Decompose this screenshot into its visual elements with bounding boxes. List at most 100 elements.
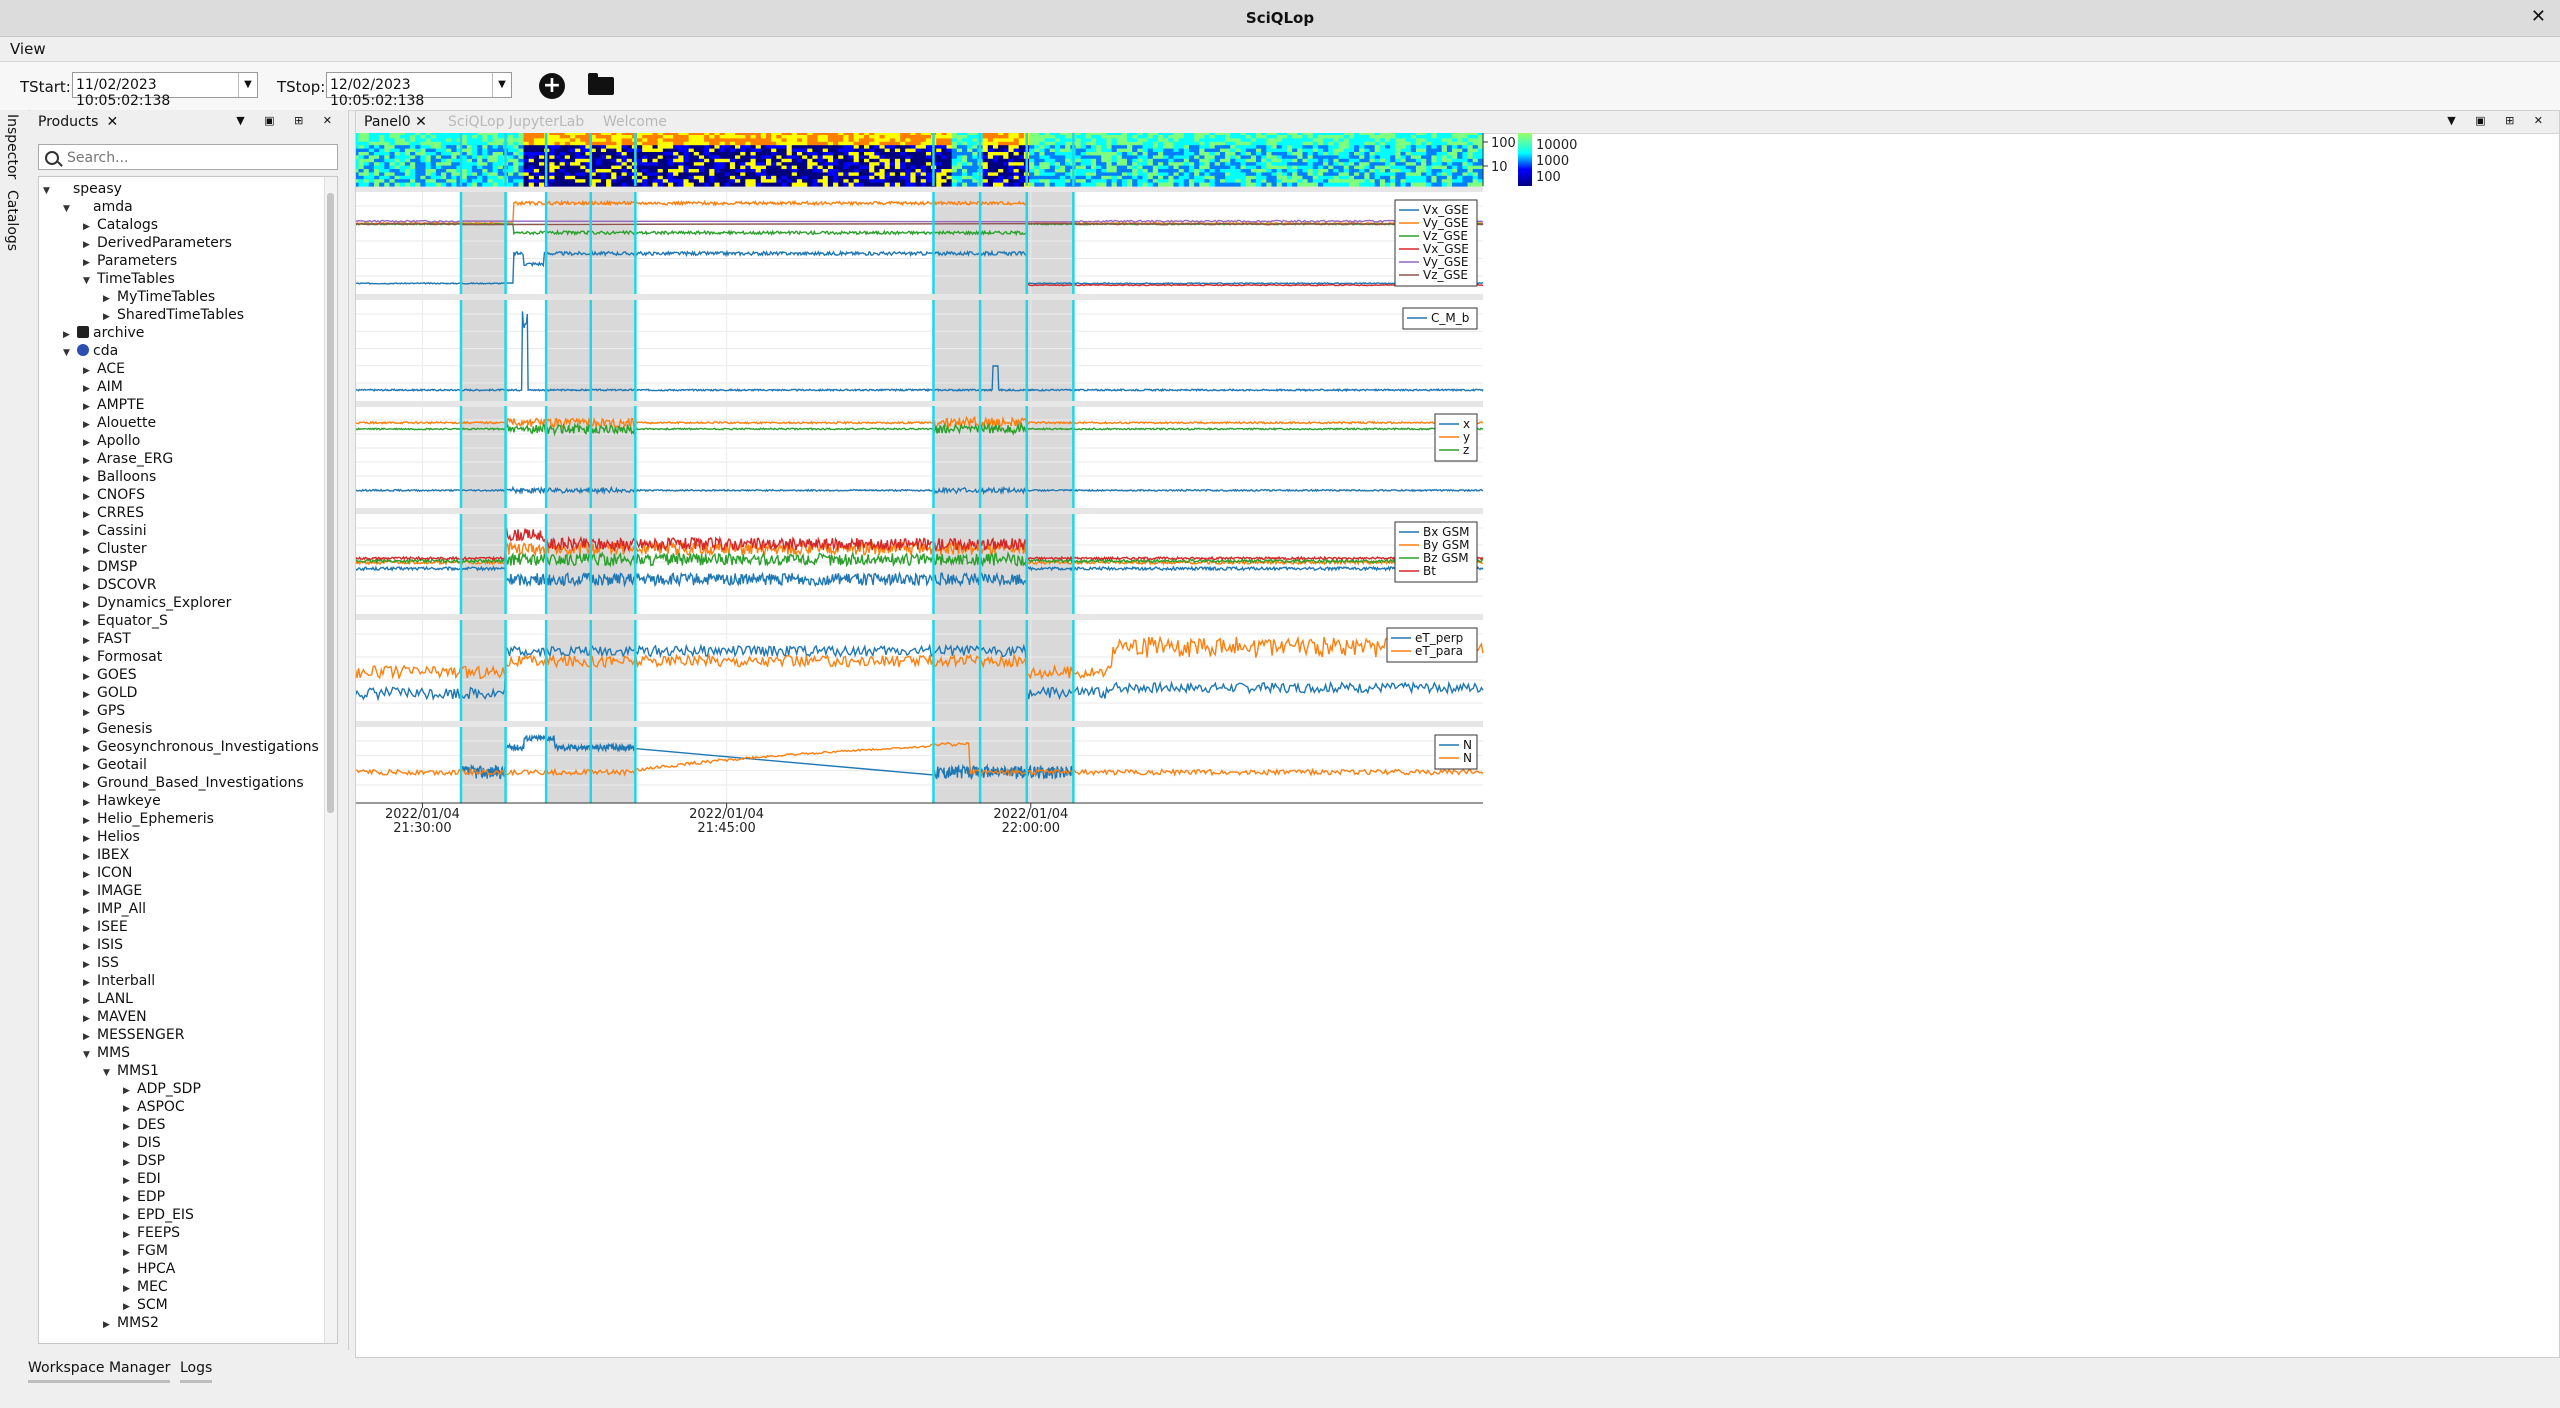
tree-item[interactable]: ▶ MEC [123,1279,168,1297]
chevron-right-icon[interactable]: ▶ [63,330,77,340]
tree-item[interactable]: ▶ FGM [123,1243,168,1261]
tree-item[interactable]: ▶ Geotail [83,757,147,775]
chevron-down-icon[interactable]: ▼ [238,73,257,97]
chevron-right-icon[interactable]: ▶ [123,1284,137,1294]
chevron-right-icon[interactable]: ▶ [83,672,97,682]
close-icon[interactable]: ✕ [415,114,427,130]
tree-item[interactable]: ▶ Helios [83,829,140,847]
tree-item[interactable]: ▶ GOES [83,667,137,685]
chevron-right-icon[interactable]: ▶ [123,1158,137,1168]
tree-item[interactable]: ▶ Cassini [83,523,147,541]
chevron-right-icon[interactable]: ▶ [83,888,97,898]
tree-item[interactable]: ▶ MyTimeTables [103,289,215,307]
chevron-down-icon[interactable]: ▼ [43,186,57,196]
chevron-right-icon[interactable]: ▶ [83,510,97,520]
menu-view[interactable]: View [10,40,46,58]
chevron-right-icon[interactable]: ▶ [83,906,97,916]
tree-item[interactable]: ▶ SCM [123,1297,168,1315]
tab-workspace-manager[interactable]: Workspace Manager [28,1360,171,1383]
chevron-right-icon[interactable]: ▶ [123,1248,137,1258]
products-tab[interactable]: Products ✕ [38,114,118,130]
chevron-right-icon[interactable]: ▶ [83,780,97,790]
tree-item[interactable]: ▼ TimeTables [83,271,175,289]
chevron-right-icon[interactable]: ▶ [83,798,97,808]
tree-item[interactable]: ▶ Genesis [83,721,152,739]
tree-item[interactable]: ▶ CRRES [83,505,144,523]
tree-item[interactable]: ▶ HPCA [123,1261,175,1279]
tree-item[interactable]: ▶ LANL [83,991,133,1009]
tstop-input[interactable]: 12/02/2023 10:05:02:138 ▼ [326,72,512,109]
dock-buttons[interactable]: ▼ ▣ ⊞ ✕ [236,114,340,127]
chevron-right-icon[interactable]: ▶ [83,942,97,952]
chevron-right-icon[interactable]: ▶ [83,402,97,412]
tree-item[interactable]: ▶ GOLD [83,685,137,703]
tab-panel0[interactable]: Panel0 ✕ [364,114,427,130]
tree-item[interactable]: ▶ Helio_Ephemeris [83,811,214,829]
chevron-right-icon[interactable]: ▶ [103,1320,117,1330]
tree-item[interactable]: ▶ archive [63,325,144,343]
tree-item[interactable]: ▶ IMAGE [83,883,142,901]
chevron-down-icon[interactable]: ▼ [63,348,77,358]
tree-item[interactable]: ▶ Alouette [83,415,156,433]
tree-item[interactable]: ▶ DMSP [83,559,137,577]
chevron-right-icon[interactable]: ▶ [83,744,97,754]
tree-item[interactable]: ▶ Formosat [83,649,162,667]
chevron-right-icon[interactable]: ▶ [83,726,97,736]
tree-item[interactable]: ▼ speasy [43,181,122,199]
tree-item[interactable]: ▶ MMS2 [103,1315,159,1333]
chevron-right-icon[interactable]: ▶ [83,708,97,718]
chevron-right-icon[interactable]: ▶ [83,384,97,394]
chevron-down-icon[interactable]: ▼ [492,73,511,97]
chevron-right-icon[interactable]: ▶ [83,762,97,772]
tree-item[interactable]: ▶ Hawkeye [83,793,161,811]
open-folder-icon[interactable] [588,73,614,95]
tree-item[interactable]: ▶ IBEX [83,847,129,865]
tree-scrollbar[interactable] [324,177,337,1343]
chevron-right-icon[interactable]: ▶ [123,1122,137,1132]
tree-item[interactable]: ▶ EDP [123,1189,165,1207]
tree-item[interactable]: ▶ Equator_S [83,613,168,631]
close-icon[interactable]: ✕ [106,114,118,130]
chevron-right-icon[interactable]: ▶ [83,978,97,988]
chevron-right-icon[interactable]: ▶ [83,456,97,466]
tree-item[interactable]: ▶ Geosynchronous_Investigations [83,739,319,757]
chevron-down-icon[interactable]: ▼ [103,1068,117,1078]
chevron-right-icon[interactable]: ▶ [83,258,97,268]
chevron-right-icon[interactable]: ▶ [83,636,97,646]
chevron-right-icon[interactable]: ▶ [83,582,97,592]
tree-item[interactable]: ▶ ASPOC [123,1099,185,1117]
chevron-right-icon[interactable]: ▶ [123,1176,137,1186]
tree-item[interactable]: ▶ ISIS [83,937,123,955]
tree-item[interactable]: ▶ Catalogs [83,217,158,235]
tree-item[interactable]: ▶ EDI [123,1171,161,1189]
chevron-right-icon[interactable]: ▶ [103,312,117,322]
chevron-right-icon[interactable]: ▶ [83,600,97,610]
chevron-right-icon[interactable]: ▶ [83,492,97,502]
chevron-right-icon[interactable]: ▶ [83,474,97,484]
chevron-right-icon[interactable]: ▶ [83,366,97,376]
plot-panel[interactable]: 420-21000-100-200-3008060402001000-100-2… [356,133,2559,1357]
tree-item[interactable]: ▶ Balloons [83,469,156,487]
tree-item[interactable]: ▶ MESSENGER [83,1027,184,1045]
tree-item[interactable]: ▶ Arase_ERG [83,451,173,469]
tab-logs[interactable]: Logs [180,1360,213,1383]
tree-item[interactable]: ▶ DerivedParameters [83,235,232,253]
tree-item[interactable]: ▶ ICON [83,865,132,883]
tree-item[interactable]: ▶ DSP [123,1153,165,1171]
chevron-right-icon[interactable]: ▶ [123,1302,137,1312]
chevron-down-icon[interactable]: ▼ [63,204,77,214]
tree-item[interactable]: ▶ MAVEN [83,1009,147,1027]
tree-item[interactable]: ▶ Parameters [83,253,177,271]
chevron-right-icon[interactable]: ▶ [83,690,97,700]
chevron-right-icon[interactable]: ▶ [83,438,97,448]
chevron-right-icon[interactable]: ▶ [103,294,117,304]
tree-item[interactable]: ▶ ISS [83,955,119,973]
chevron-right-icon[interactable]: ▶ [83,996,97,1006]
search-input[interactable] [65,147,329,169]
tab-jupyterlab[interactable]: SciQLop JupyterLab [448,114,584,130]
chevron-right-icon[interactable]: ▶ [83,618,97,628]
chevron-right-icon[interactable]: ▶ [83,222,97,232]
chevron-right-icon[interactable]: ▶ [83,528,97,538]
tree-item[interactable]: ▶ IMP_All [83,901,146,919]
chevron-right-icon[interactable]: ▶ [123,1104,137,1114]
